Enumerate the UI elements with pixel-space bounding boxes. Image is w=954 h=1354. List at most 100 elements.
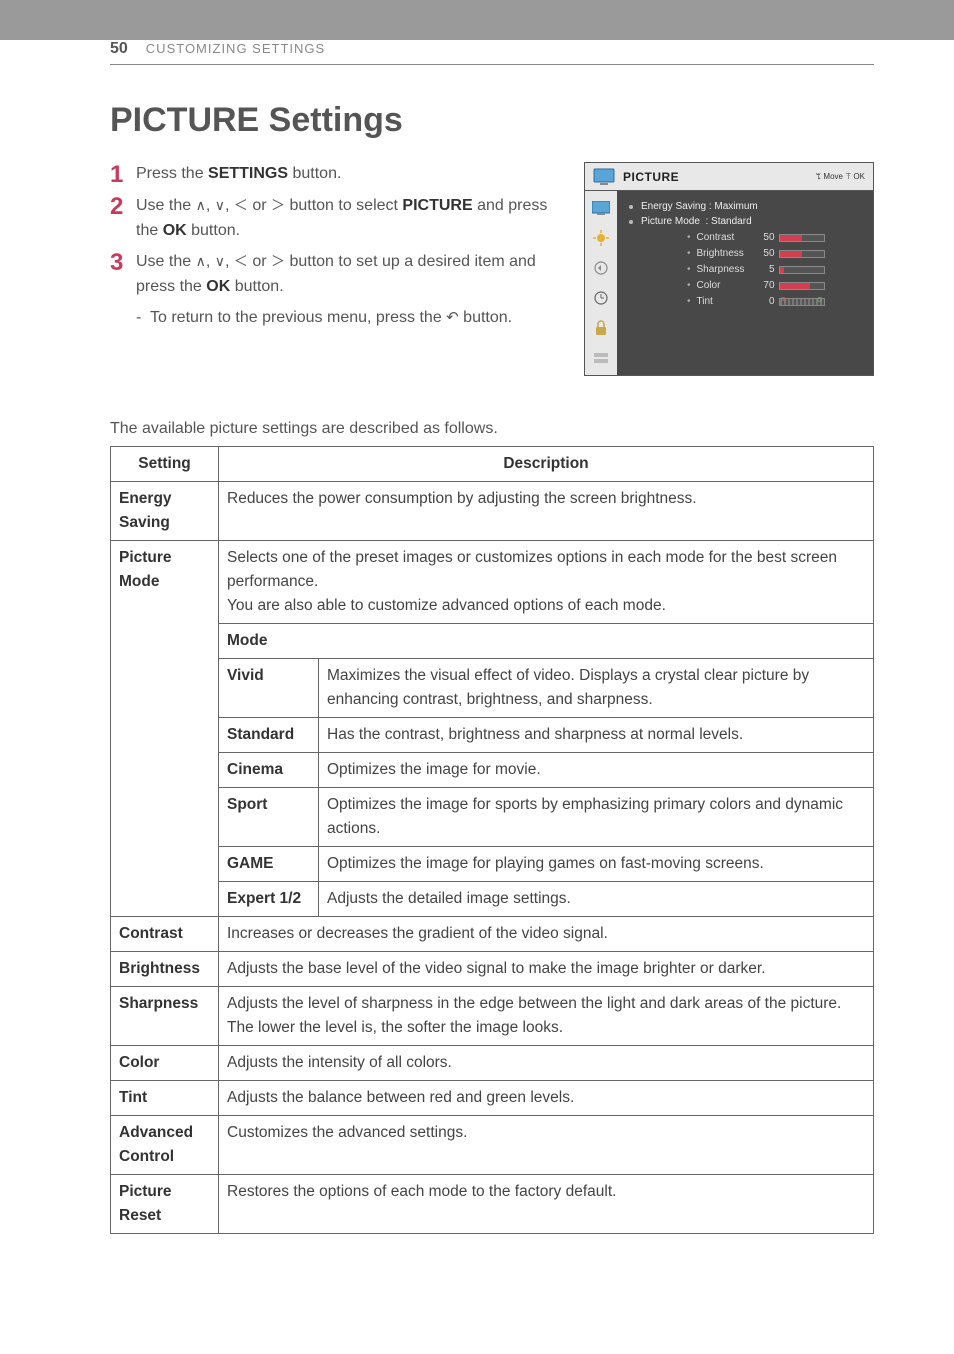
row-picture-mode: Picture Mode Selects one of the preset i…	[111, 541, 874, 624]
step-sub: - To return to the previous menu, press …	[110, 306, 574, 331]
row-color: Color Adjusts the intensity of all color…	[111, 1046, 874, 1081]
slider-value: 50	[757, 248, 775, 259]
steps-list: 1 Press the SETTINGS button. 2 Use the ∧…	[110, 162, 574, 300]
osd-picture-mode[interactable]: Picture Mode : Standard	[629, 216, 861, 227]
setting-label: Contrast	[111, 917, 219, 952]
up-icon: ∧	[196, 197, 206, 213]
row-contrast: Contrast Increases or decreases the grad…	[111, 917, 874, 952]
setting-desc: Increases or decreases the gradient of t…	[219, 917, 874, 952]
row-sharpness: Sharpness Adjusts the level of sharpness…	[111, 987, 874, 1046]
up-icon: ∧	[196, 253, 206, 269]
setting-label: Sharpness	[111, 987, 219, 1046]
section-title: CUSTOMIZING SETTINGS	[146, 41, 325, 56]
setting-label: Advanced Control	[111, 1116, 219, 1175]
setting-desc: Customizes the advanced settings.	[219, 1116, 874, 1175]
row-energy-saving: Energy Saving Reduces the power consumpt…	[111, 482, 874, 541]
osd-slider-contrast[interactable]: •Contrast50	[629, 232, 861, 243]
right-icon: ＞	[271, 253, 285, 269]
mode-label: Standard	[219, 718, 319, 753]
slider-label: Color	[697, 280, 757, 291]
row-mode-sport: Sport Optimizes the image for sports by …	[111, 788, 874, 847]
osd-slider-tint[interactable]: • Tint0	[629, 296, 861, 307]
osd-energy-saving[interactable]: Energy Saving : Maximum	[629, 201, 861, 212]
mode-label: Sport	[219, 788, 319, 847]
mode-desc: Has the contrast, brightness and sharpne…	[319, 718, 874, 753]
down-icon: ∨	[215, 253, 225, 269]
slider-value: 70	[757, 280, 775, 291]
slider-bar[interactable]	[779, 266, 825, 274]
step-body: Use the ∧, ∨, ＜ or ＞ button to select PI…	[136, 194, 574, 244]
setting-desc: Restores the options of each mode to the…	[219, 1175, 874, 1234]
slider-label: Tint	[697, 296, 757, 307]
down-icon: ∨	[215, 197, 225, 213]
setting-desc: Adjusts the level of sharpness in the ed…	[219, 987, 874, 1046]
mode-label: Expert 1/2	[219, 882, 319, 917]
setting-label: Energy Saving	[111, 482, 219, 541]
setting-label: Picture Reset	[111, 1175, 219, 1234]
slider-value: 50	[757, 232, 775, 243]
slider-bar[interactable]	[779, 234, 825, 242]
row-picture-reset: Picture Reset Restores the options of ea…	[111, 1175, 874, 1234]
osd-hint: ꔂ Move ꔉ OK	[816, 172, 865, 182]
slider-label: Contrast	[697, 232, 757, 243]
picture-tab-icon[interactable]	[590, 197, 612, 219]
slider-value: 0	[757, 296, 775, 307]
time-tab-icon[interactable]	[590, 287, 612, 309]
slider-bar[interactable]	[779, 250, 825, 258]
row-mode-standard: Standard Has the contrast, brightness an…	[111, 718, 874, 753]
mode-label: GAME	[219, 847, 319, 882]
step-number: 2	[110, 194, 136, 244]
lock-tab-icon[interactable]	[590, 317, 612, 339]
audio-tab-icon[interactable]	[590, 257, 612, 279]
slider-bar[interactable]	[779, 298, 825, 306]
page-header: 50 CUSTOMIZING SETTINGS	[110, 40, 874, 65]
mode-desc: Maximizes the visual effect of video. Di…	[319, 659, 874, 718]
step-number: 1	[110, 162, 136, 188]
slider-label: Sharpness	[697, 264, 757, 275]
osd-sidebar	[585, 191, 617, 375]
back-icon: ↶	[446, 309, 459, 326]
col-description: Description	[219, 447, 874, 482]
row-mode-head: Mode	[111, 624, 874, 659]
slider-bar[interactable]	[779, 282, 825, 290]
osd-panel: PICTURE ꔂ Move ꔉ OK Energy Saving : Maxi…	[584, 162, 874, 376]
page-title: PICTURE Settings	[110, 101, 874, 140]
col-setting: Setting	[111, 447, 219, 482]
steps-column: 1 Press the SETTINGS button. 2 Use the ∧…	[110, 162, 574, 376]
osd-slider-brightness[interactable]: • Brightness50	[629, 248, 861, 259]
setting-label: Tint	[111, 1081, 219, 1116]
step-body: Press the SETTINGS button.	[136, 162, 574, 188]
bullet-icon: •	[687, 248, 691, 259]
setting-label: Brightness	[111, 952, 219, 987]
bullet-icon: •	[687, 264, 691, 275]
row-mode-cinema: Cinema Optimizes the image for movie.	[111, 753, 874, 788]
sun-tab-icon[interactable]	[590, 227, 612, 249]
option-tab-icon[interactable]	[590, 347, 612, 369]
osd-title: PICTURE	[623, 170, 816, 184]
setting-desc: Adjusts the balance between red and gree…	[219, 1081, 874, 1116]
setting-desc: Adjusts the intensity of all colors.	[219, 1046, 874, 1081]
setting-desc: Selects one of the preset images or cust…	[219, 541, 874, 624]
step-2: 2 Use the ∧, ∨, ＜ or ＞ button to select …	[110, 194, 574, 244]
mode-desc: Adjusts the detailed image settings.	[319, 882, 874, 917]
slider-label: Brightness	[697, 248, 757, 259]
left-icon: ＜	[234, 197, 248, 213]
intro-text: The available picture settings are descr…	[110, 420, 874, 438]
row-tint: Tint Adjusts the balance between red and…	[111, 1081, 874, 1116]
osd-slider-color[interactable]: •Color70	[629, 280, 861, 291]
row-brightness: Brightness Adjusts the base level of the…	[111, 952, 874, 987]
right-icon: ＞	[271, 197, 285, 213]
osd-main: Energy Saving : Maximum Picture Mode : S…	[617, 191, 873, 375]
mode-desc: Optimizes the image for sports by emphas…	[319, 788, 874, 847]
step-1: 1 Press the SETTINGS button.	[110, 162, 574, 188]
page-number: 50	[110, 40, 128, 58]
setting-label: Picture Mode	[111, 541, 219, 917]
content-columns: 1 Press the SETTINGS button. 2 Use the ∧…	[110, 162, 874, 376]
osd-slider-sharpness[interactable]: •Sharpness5	[629, 264, 861, 275]
row-mode-expert: Expert 1/2 Adjusts the detailed image se…	[111, 882, 874, 917]
bullet-icon: •	[687, 296, 691, 307]
mode-head: Mode	[219, 624, 874, 659]
osd-header: PICTURE ꔂ Move ꔉ OK	[585, 163, 873, 191]
setting-label: Color	[111, 1046, 219, 1081]
mode-label: Cinema	[219, 753, 319, 788]
